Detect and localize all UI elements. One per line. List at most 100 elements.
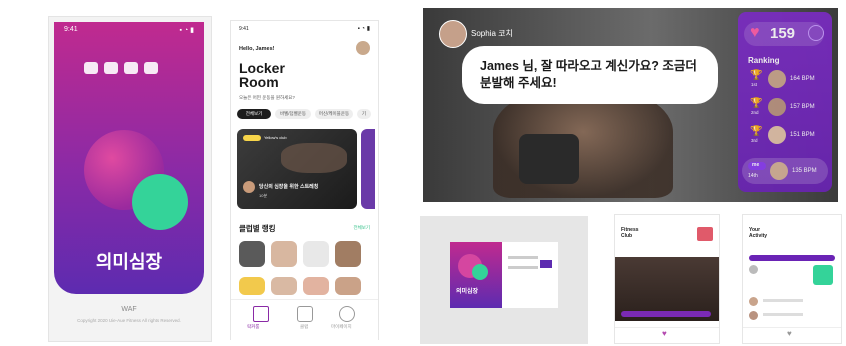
club-logo-icon	[697, 227, 713, 241]
club-thumbnail[interactable]	[335, 277, 361, 295]
heart-icon: ♥	[750, 24, 760, 41]
rank-avatar	[768, 126, 786, 144]
footer-brand: WAF	[121, 306, 137, 313]
coach-avatar	[243, 181, 255, 193]
rank-bpm: 151 BPM	[790, 132, 815, 138]
club-thumbnail[interactable]	[239, 277, 265, 295]
club-thumbnail[interactable]	[239, 241, 265, 267]
page-subtitle: 오늘은 어떤 운동을 원하세요?	[239, 95, 295, 100]
timer-icon[interactable]	[808, 25, 824, 41]
heart-icon[interactable]: ♥	[662, 329, 667, 338]
trophy-icon: 🏆	[750, 70, 763, 81]
email-field[interactable]	[508, 256, 538, 259]
club-logos	[84, 62, 158, 74]
club-logo-icon	[104, 62, 118, 74]
login-screen-preview: 의미심장	[420, 216, 588, 344]
app-logo-text: 의미심장	[95, 252, 163, 272]
profile-icon[interactable]	[339, 306, 355, 322]
club-ranking-row-2	[239, 277, 361, 295]
coach-avatar	[439, 20, 467, 48]
club-thumbnail[interactable]	[335, 241, 361, 267]
stat-card	[813, 265, 833, 285]
chip-barbell[interactable]: 바벨/덤벨운동	[275, 109, 311, 119]
splash-screen: 9:41 ▪ ◔ ▮ 의미심장	[54, 22, 204, 294]
password-field[interactable]	[508, 266, 538, 269]
mint-circle-graphic	[472, 264, 488, 280]
copyright-text: Copyright 2020 Uie-Aue Fitness All right…	[77, 318, 181, 323]
list-avatar	[749, 311, 758, 320]
status-icons: ▪ ◔ ▮	[179, 27, 194, 34]
section-title: 클럽별 랭킹	[239, 224, 276, 233]
trophy-icon: 🏆	[750, 98, 763, 109]
list-avatar	[749, 297, 758, 306]
dumbbell-graphic	[519, 134, 579, 184]
card-title: 당신의 심장을 위한 스트레칭	[259, 184, 319, 190]
club-tag-badge	[243, 135, 261, 141]
club-thumbnail[interactable]	[303, 277, 329, 295]
status-time: 9:41	[239, 26, 249, 32]
login-form	[502, 242, 558, 308]
rank-bpm: 164 BPM	[790, 76, 815, 82]
greeting-text: Hello, James!	[239, 46, 275, 52]
rank-place: 3rd	[751, 138, 758, 143]
ranking-panel: ♥ 159 Ranking 🏆 1st 164 BPM 🏆 2nd 157 BP…	[738, 12, 832, 192]
page-title-line2: Room	[239, 74, 279, 90]
list-avatar	[749, 265, 758, 274]
club-logo-icon	[84, 62, 98, 74]
my-avatar	[770, 162, 788, 180]
page-title-line1: Locker	[239, 60, 285, 76]
section-link[interactable]: 전체보기	[353, 225, 370, 231]
rank-bpm: 157 BPM	[790, 104, 815, 110]
club-thumbnail[interactable]	[271, 241, 297, 267]
chip-all[interactable]: 전체보기	[237, 109, 271, 119]
login-brand-panel: 의미심장	[450, 242, 502, 308]
rank-avatar	[768, 98, 786, 116]
category-chips: 전체보기 바벨/덤벨운동 머신/케이블운동 기	[237, 109, 371, 119]
club-thumbnail[interactable]	[271, 277, 297, 295]
nav-mypage-label[interactable]: 마이페이지	[331, 324, 352, 330]
page-title-line2: Club	[621, 233, 633, 239]
status-time: 9:41	[64, 26, 78, 33]
me-label: me	[752, 162, 760, 168]
club-logo-icon	[144, 62, 158, 74]
rank-avatar	[768, 70, 786, 88]
coach-message-bubble: James 님, 잘 따라오고 계신가요? 조금더 분발해 주세요!	[462, 46, 718, 104]
status-icons: ▪ ◔ ▮	[357, 26, 370, 32]
trophy-icon: 🏆	[750, 126, 763, 137]
bottom-nav: ♥	[615, 327, 719, 342]
my-bpm: 135 BPM	[792, 168, 817, 174]
list-row-line	[763, 299, 803, 302]
login-button[interactable]	[540, 260, 552, 268]
club-thumbnail[interactable]	[303, 241, 329, 267]
coach-name: Sophia 코치	[471, 29, 513, 38]
heart-icon[interactable]: ♥	[787, 329, 792, 338]
activity-header-bar	[749, 255, 835, 261]
chip-more[interactable]: 기	[357, 109, 371, 119]
locker-room-screen: 9:41 ▪ ◔ ▮ Hello, James! Locker Room 오늘은…	[230, 20, 379, 340]
fitness-club-screen-preview: Fitness Club ♥	[614, 214, 720, 344]
workout-photo	[281, 143, 347, 173]
avatar[interactable]	[356, 41, 370, 55]
app-logo-text: 의미심장	[456, 289, 479, 295]
bottom-nav: 락커룸 클럽 마이페이지	[231, 299, 378, 340]
next-card-peek[interactable]	[361, 129, 375, 209]
join-button[interactable]	[621, 311, 711, 317]
card-tag: Yellow's club	[264, 135, 287, 140]
club-icon[interactable]	[297, 306, 313, 322]
hearts-count: 159	[770, 25, 796, 42]
mint-circle-graphic	[132, 174, 188, 230]
card-duration: 10분	[259, 193, 268, 198]
nav-club-label[interactable]: 클럽	[300, 324, 308, 330]
ranking-title: Ranking	[748, 56, 780, 65]
bottom-nav: ♥	[743, 327, 841, 342]
my-place: 14th	[748, 173, 758, 179]
page-title-line2: Activity	[749, 233, 768, 239]
locker-icon[interactable]	[253, 306, 269, 322]
chip-machine[interactable]: 머신/케이블운동	[315, 109, 353, 119]
nav-locker-label[interactable]: 락커룸	[247, 324, 259, 330]
featured-workout-card[interactable]: Yellow's club 당신의 심장을 위한 스트레칭 10분	[237, 129, 357, 209]
list-row-line	[763, 313, 803, 316]
activity-screen-preview: Your Activity ♥	[742, 214, 842, 344]
rank-place: 1st	[751, 82, 758, 87]
coach-message: James 님, 잘 따라오고 계신가요? 조금더 분발해 주세요!	[480, 59, 697, 90]
